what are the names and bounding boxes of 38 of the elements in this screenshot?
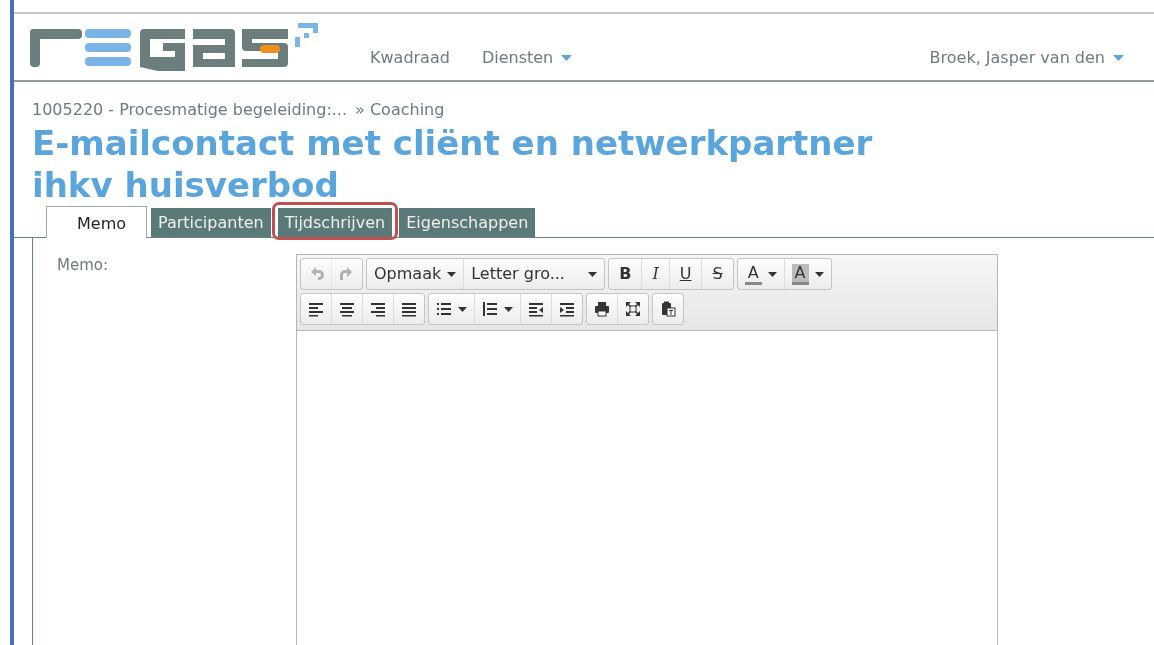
caret-icon bbox=[588, 271, 598, 277]
strikethrough-button[interactable]: S bbox=[702, 259, 733, 289]
redo-icon bbox=[339, 266, 355, 282]
numbered-list-icon bbox=[482, 301, 498, 317]
maximize-icon bbox=[625, 301, 641, 317]
caret-icon bbox=[767, 271, 777, 277]
italic-button[interactable]: I bbox=[642, 259, 670, 289]
align-left-icon bbox=[308, 301, 324, 317]
justify-icon bbox=[401, 301, 417, 317]
caret-icon bbox=[504, 306, 513, 312]
field-label: Memo: bbox=[57, 255, 109, 276]
align-right-icon bbox=[370, 301, 386, 317]
caret-icon bbox=[814, 271, 824, 277]
user-menu[interactable]: Broek, Jasper van den bbox=[929, 46, 1124, 80]
tab[interactable]: Participanten bbox=[151, 208, 271, 237]
indent-icon bbox=[559, 301, 575, 317]
nav-link[interactable]: Diensten bbox=[481, 46, 573, 80]
breadcrumb-link[interactable]: » Coaching bbox=[355, 98, 445, 122]
print-icon bbox=[594, 301, 610, 317]
page-title: E-mailcontact met cliënt en netwerkpartner ihkv huisverbod bbox=[32, 122, 874, 206]
tab[interactable]: Memo bbox=[46, 206, 148, 238]
bullet-list-icon bbox=[436, 301, 452, 317]
clipboard-icon bbox=[660, 301, 676, 317]
bold-button[interactable]: B bbox=[609, 259, 643, 289]
tab[interactable]: Tijdschrijven bbox=[277, 208, 393, 237]
logo-icon bbox=[30, 23, 320, 71]
text-color-button[interactable]: A bbox=[737, 259, 785, 289]
caret-icon bbox=[458, 306, 467, 312]
align-center-icon bbox=[339, 301, 355, 317]
underline-button[interactable]: U bbox=[669, 259, 703, 289]
format-dropdown[interactable]: Opmaak bbox=[367, 259, 465, 289]
nav-link[interactable]: Kwadraad bbox=[370, 46, 450, 80]
format-dropdown[interactable]: Letter gro... bbox=[464, 259, 605, 289]
tab[interactable]: Eigenschappen bbox=[399, 208, 536, 237]
outdent-icon bbox=[528, 301, 544, 317]
breadcrumb-link[interactable]: 1005220 - Procesmatige begeleiding:... bbox=[32, 98, 348, 122]
background-color-button[interactable]: A bbox=[784, 259, 831, 289]
caret-icon bbox=[447, 271, 457, 277]
